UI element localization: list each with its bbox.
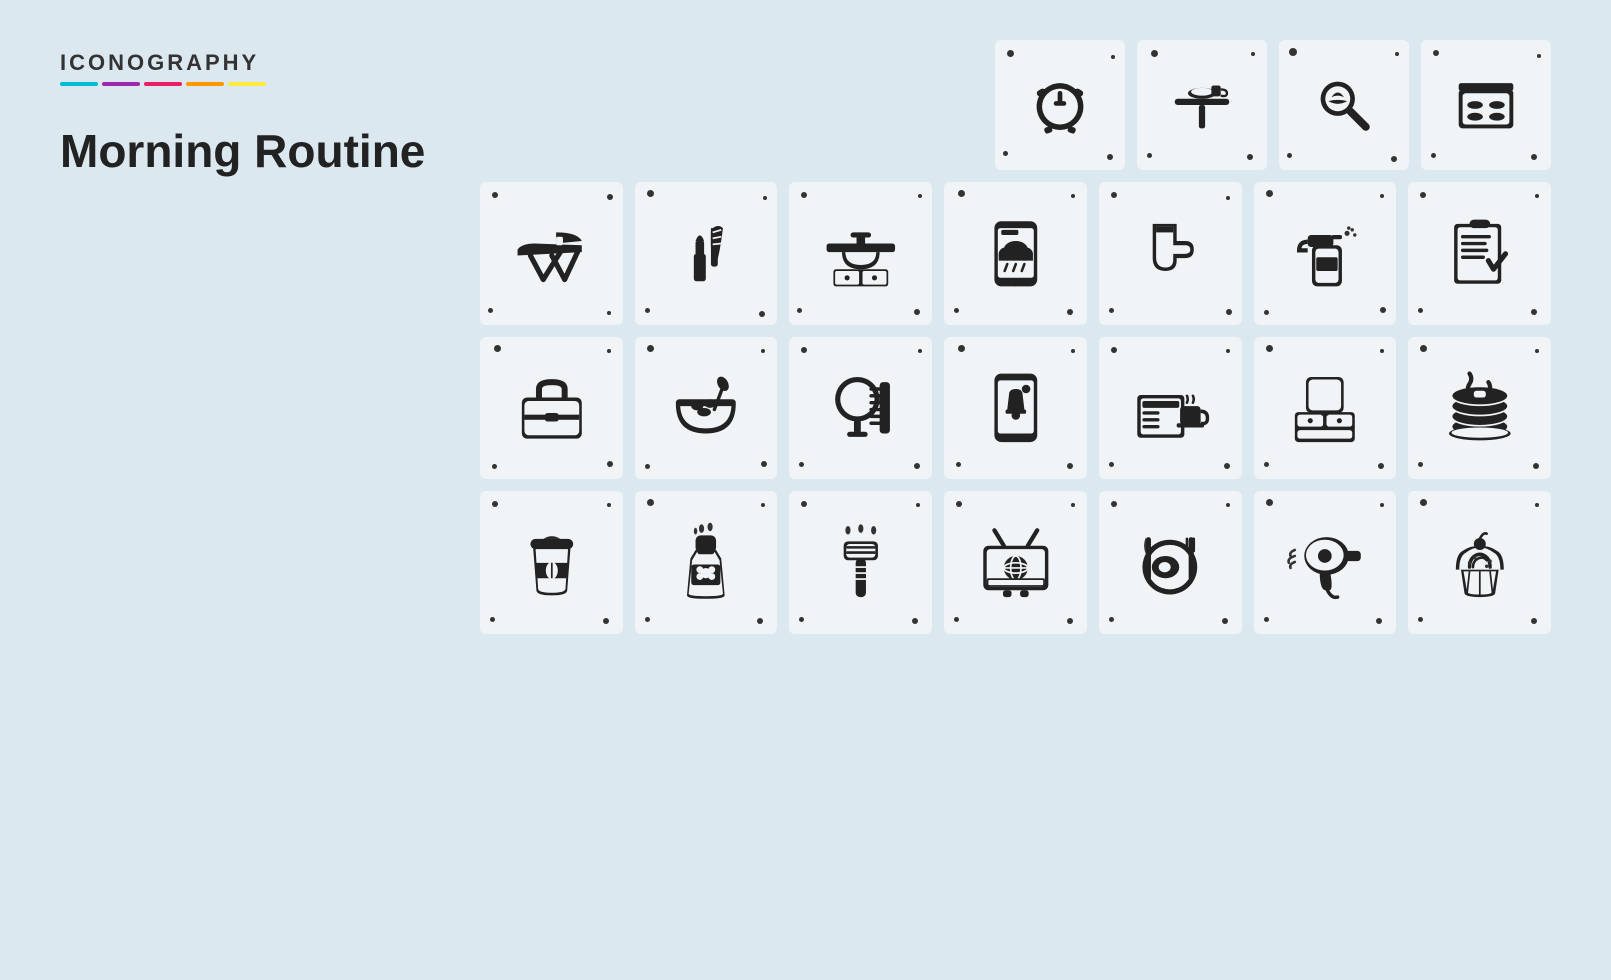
hair-dryer-icon: [1254, 491, 1397, 634]
alarm-phone-icon: [944, 337, 1087, 480]
bathroom-sink-icon: [789, 182, 932, 325]
breakfast-plate-icon: [1099, 491, 1242, 634]
vanity-mirror-icon: [1254, 337, 1397, 480]
coffee-cup-icon: [480, 491, 623, 634]
logo-bar-4: [186, 82, 224, 86]
alarm-clock-icon: [995, 40, 1125, 170]
right-panel: [480, 40, 1551, 940]
pancakes-icon: [1408, 337, 1551, 480]
lipstick-icon: [635, 182, 778, 325]
food-table-icon: [1137, 40, 1267, 170]
logo-bars: [60, 82, 440, 86]
logo-bar-1: [60, 82, 98, 86]
icon-row-0: [995, 40, 1551, 170]
briefcase-icon: [480, 337, 623, 480]
cupcake-icon: [1408, 491, 1551, 634]
page-title: Morning Routine: [60, 126, 440, 177]
razor-icon: [789, 491, 932, 634]
mirror-comb-icon: [789, 337, 932, 480]
socks-icon: [1099, 182, 1242, 325]
icon-row-3: [480, 491, 1551, 634]
cereal-bowl-icon: [635, 337, 778, 480]
spray-bottle-icon: [1254, 182, 1397, 325]
news-coffee-icon: [1099, 337, 1242, 480]
icon-row-2: [480, 337, 1551, 480]
main-container: ICONOGRAPHY Morning Routine: [0, 0, 1611, 980]
stove-icon: [1421, 40, 1551, 170]
logo-text: ICONOGRAPHY: [60, 50, 440, 76]
icon-row-1: [480, 182, 1551, 325]
weather-app-icon: [944, 182, 1087, 325]
ironing-board-icon: [480, 182, 623, 325]
left-panel: ICONOGRAPHY Morning Routine: [60, 40, 440, 940]
logo-bar-5: [228, 82, 266, 86]
logo-area: ICONOGRAPHY: [60, 50, 440, 106]
lotion-bottle-icon: [635, 491, 778, 634]
logo-bar-2: [102, 82, 140, 86]
tv-news-icon: [944, 491, 1087, 634]
logo-bar-3: [144, 82, 182, 86]
search-food-icon: [1279, 40, 1409, 170]
checklist-icon: [1408, 182, 1551, 325]
